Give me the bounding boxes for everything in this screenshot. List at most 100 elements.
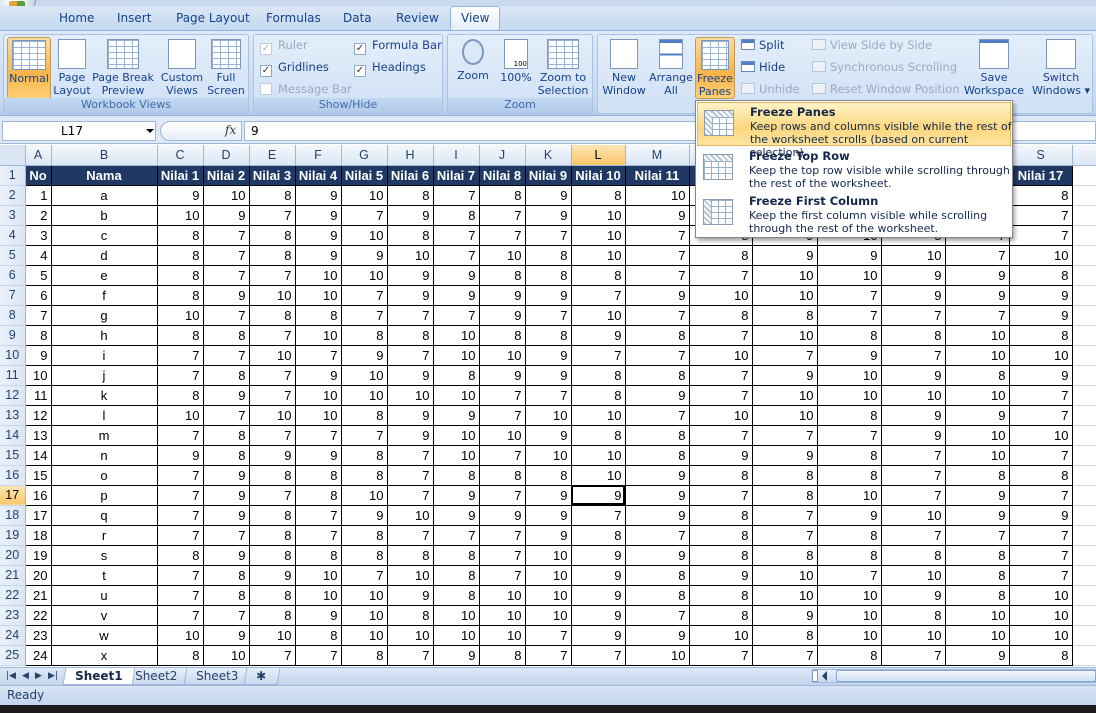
empty-cell[interactable] [1072, 285, 1096, 306]
tab-split-handle[interactable] [812, 670, 818, 682]
insert-function-icon[interactable]: fx [225, 123, 236, 137]
cell-score[interactable]: 10 [340, 484, 388, 506]
cell-score[interactable]: 9 [688, 444, 753, 466]
cell-score[interactable]: 7 [156, 504, 204, 526]
cell-score[interactable]: 7 [386, 464, 434, 486]
cell-score[interactable]: 9 [1008, 364, 1073, 386]
sheet-tab-sheet3[interactable]: Sheet3 [183, 668, 251, 685]
cell-no[interactable]: 1 [24, 184, 52, 206]
switch-windows-button[interactable]: Switch Windows ▾ [1030, 37, 1092, 99]
cell-score[interactable]: 9 [624, 464, 690, 486]
empty-cell[interactable] [1072, 585, 1096, 606]
cell-score[interactable]: 10 [944, 384, 1010, 406]
cell-score[interactable]: 9 [816, 244, 882, 266]
cell-score[interactable]: 10 [944, 444, 1010, 466]
cell-name[interactable]: l [50, 404, 158, 426]
cell-score[interactable]: 7 [624, 604, 690, 626]
cell-score[interactable]: 10 [944, 424, 1010, 446]
cell-score[interactable]: 8 [944, 584, 1010, 606]
cell-name[interactable]: t [50, 564, 158, 586]
cell-score[interactable]: 10 [340, 224, 388, 246]
cell-name[interactable]: k [50, 384, 158, 406]
cell-score[interactable]: 8 [944, 564, 1010, 586]
empty-cell[interactable] [1072, 625, 1096, 646]
column-header-b[interactable]: B [51, 145, 158, 166]
cell-score[interactable]: 8 [624, 564, 690, 586]
cell-score[interactable]: 8 [751, 544, 818, 566]
cell-score[interactable]: 9 [202, 624, 250, 646]
header-cell[interactable]: Nilai 10 [570, 164, 626, 186]
cell-score[interactable]: 9 [524, 424, 572, 446]
cell-score[interactable]: 10 [570, 464, 626, 486]
cell-name[interactable]: s [50, 544, 158, 566]
cell-score[interactable]: 10 [386, 244, 434, 266]
cell-score[interactable]: 8 [386, 184, 434, 206]
row-header[interactable]: 18 [0, 505, 26, 526]
cell-score[interactable]: 7 [751, 504, 818, 526]
zoom-to-selection-button[interactable]: Zoom to Selection [536, 37, 590, 99]
cell-score[interactable]: 7 [202, 224, 250, 246]
empty-cell[interactable] [1072, 165, 1096, 186]
cell-score[interactable]: 9 [624, 284, 690, 306]
cell-score[interactable]: 7 [570, 504, 626, 526]
insert-sheet-button[interactable]: ✱ [243, 668, 281, 685]
cell-score[interactable]: 8 [432, 564, 480, 586]
cell-score[interactable]: 8 [294, 484, 342, 506]
cell-score[interactable]: 10 [156, 404, 204, 426]
cell-score[interactable]: 8 [340, 404, 388, 426]
cell-score[interactable]: 9 [478, 504, 526, 526]
cell-score[interactable]: 7 [478, 384, 526, 406]
cell-score[interactable]: 9 [624, 204, 690, 226]
cell-score[interactable]: 8 [248, 184, 296, 206]
cell-score[interactable]: 8 [816, 444, 882, 466]
cell-score[interactable]: 7 [478, 444, 526, 466]
cell-score[interactable]: 8 [386, 224, 434, 246]
cell-no[interactable]: 23 [24, 624, 52, 646]
header-cell[interactable]: No [24, 164, 52, 186]
cell-score[interactable]: 7 [1008, 404, 1073, 426]
cell-score[interactable]: 8 [751, 484, 818, 506]
cell-score[interactable]: 9 [432, 504, 480, 526]
cell-score[interactable]: 8 [432, 544, 480, 566]
cell-no[interactable]: 24 [24, 644, 52, 666]
menu-item-freeze-first-column[interactable]: Freeze First Column Keep the first colum… [697, 192, 1011, 236]
cell-score[interactable]: 9 [751, 444, 818, 466]
cell-score[interactable]: 8 [248, 584, 296, 606]
row-header[interactable]: 23 [0, 605, 26, 626]
scroll-left-icon[interactable] [822, 671, 827, 681]
cell-score[interactable]: 7 [340, 564, 388, 586]
cell-name[interactable]: r [50, 524, 158, 546]
cell-score[interactable]: 9 [624, 504, 690, 526]
row-header[interactable]: 10 [0, 345, 26, 366]
column-header-f[interactable]: F [295, 145, 342, 166]
cell-score[interactable]: 10 [751, 384, 818, 406]
cell-score[interactable]: 10 [432, 324, 480, 346]
cell-score[interactable]: 7 [944, 244, 1010, 266]
cell-score[interactable]: 8 [570, 184, 626, 206]
cell-score[interactable]: 9 [570, 624, 626, 646]
cell-score[interactable]: 9 [524, 524, 572, 546]
cell-score[interactable]: 7 [1008, 564, 1073, 586]
page-layout-button[interactable]: Page Layout [52, 37, 92, 99]
cell-score[interactable]: 7 [1008, 484, 1073, 506]
cell-score[interactable]: 7 [248, 424, 296, 446]
cell-score[interactable]: 8 [156, 384, 204, 406]
empty-cell[interactable] [1072, 425, 1096, 446]
cell-score[interactable]: 10 [294, 564, 342, 586]
cell-score[interactable]: 7 [478, 484, 526, 506]
cell-score[interactable]: 10 [570, 244, 626, 266]
cell-score[interactable]: 9 [880, 404, 946, 426]
cell-score[interactable]: 10 [1008, 604, 1073, 626]
cell-score[interactable]: 9 [624, 544, 690, 566]
header-cell[interactable]: Nilai 3 [248, 164, 296, 186]
cell-score[interactable]: 8 [432, 464, 480, 486]
cell-score[interactable]: 8 [202, 444, 250, 466]
cell-score[interactable]: 7 [248, 324, 296, 346]
cell-score[interactable]: 8 [340, 464, 388, 486]
cell-score[interactable]: 8 [202, 584, 250, 606]
cell-name[interactable]: o [50, 464, 158, 486]
cell-score[interactable]: 7 [624, 304, 690, 326]
cell-score[interactable]: 8 [624, 424, 690, 446]
cell-score[interactable]: 10 [570, 224, 626, 246]
cell-score[interactable]: 9 [570, 604, 626, 626]
